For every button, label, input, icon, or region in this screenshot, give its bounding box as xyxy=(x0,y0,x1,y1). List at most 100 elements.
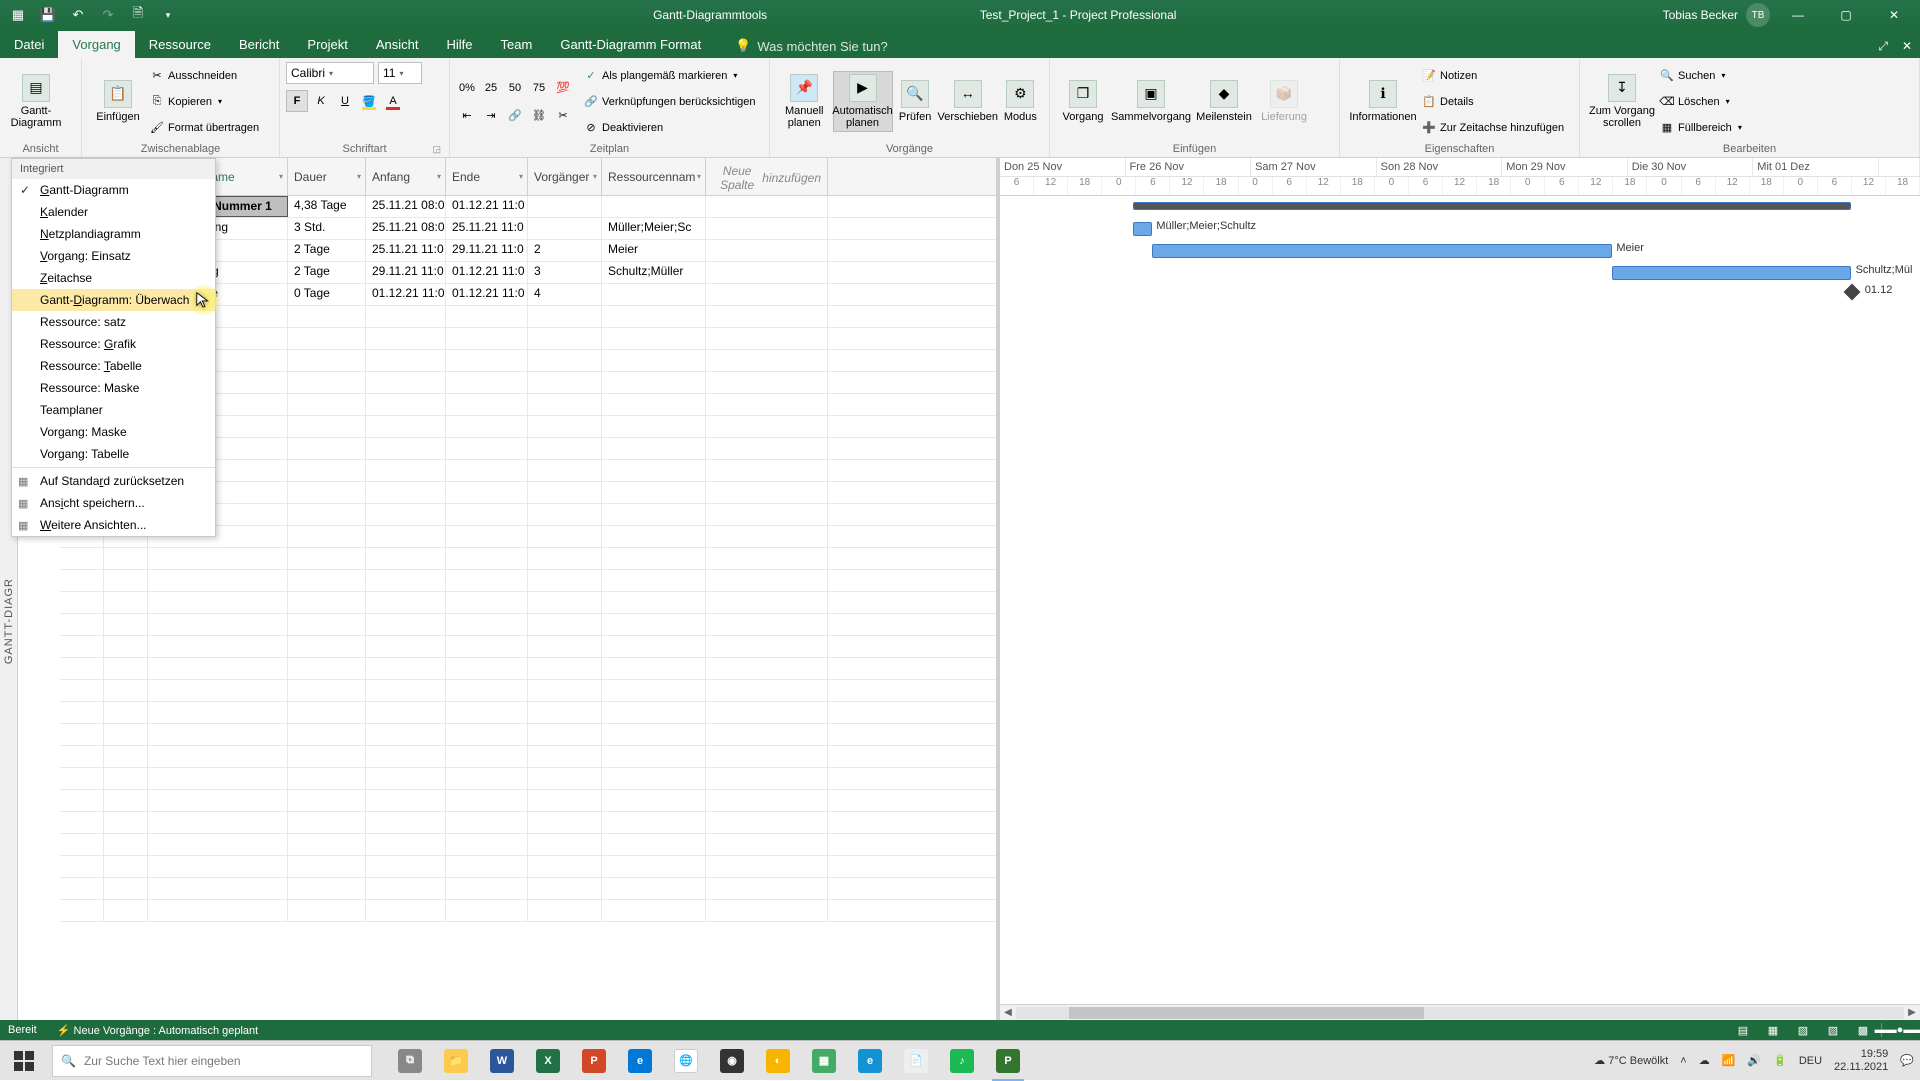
excel-icon[interactable]: X xyxy=(526,1041,570,1081)
table-row[interactable] xyxy=(60,856,996,878)
view-vorgang-einsatz[interactable]: Vorgang: Einsatz xyxy=(12,245,215,267)
outdent-button[interactable]: ⇤ xyxy=(456,105,478,127)
col-duration[interactable]: Dauer▾ xyxy=(288,158,366,195)
table-row[interactable] xyxy=(60,834,996,856)
close-pane-icon[interactable]: ✕ xyxy=(1902,39,1912,54)
font-name-combo[interactable]: Calibri▾ xyxy=(286,62,374,84)
minimize-button[interactable]: — xyxy=(1778,0,1818,30)
taskbar-search[interactable]: 🔍Zur Suche Text hier eingeben xyxy=(52,1045,372,1077)
view-vorgang-tabelle[interactable]: Vorgang: Tabelle xyxy=(12,443,215,465)
table-row[interactable] xyxy=(60,592,996,614)
tab-bericht[interactable]: Bericht xyxy=(225,31,293,58)
taskview-icon[interactable]: ⧉ xyxy=(388,1041,432,1081)
pct25-button[interactable]: 25 xyxy=(480,77,502,99)
copy-button[interactable]: ⎘Kopieren▾ xyxy=(148,94,261,110)
italic-button[interactable]: K xyxy=(310,90,332,112)
collapse-ribbon-icon[interactable]: ⤢ xyxy=(1878,39,1888,54)
add-timeline-button[interactable]: ➕Zur Zeitachse hinzufügen xyxy=(1420,120,1566,136)
tell-me-search[interactable]: 💡Was möchten Sie tun? xyxy=(735,38,888,58)
fill-button[interactable]: ▦Füllbereich▾ xyxy=(1658,120,1744,136)
gantt-summary-bar[interactable] xyxy=(1133,202,1851,210)
manual-schedule-button[interactable]: 📌Manuell planen xyxy=(776,72,833,131)
table-row[interactable] xyxy=(60,812,996,834)
explorer-icon[interactable]: 📁 xyxy=(434,1041,478,1081)
mark-ontrack-button[interactable]: ✓Als plangemäß markieren▾ xyxy=(582,68,758,84)
app-launcher-icon[interactable]: ▦ xyxy=(8,5,28,25)
table-row[interactable] xyxy=(60,658,996,680)
table-row[interactable] xyxy=(60,680,996,702)
pct0-button[interactable]: 0% xyxy=(456,77,478,99)
auto-schedule-button[interactable]: ▶Automatisch planen xyxy=(833,71,893,132)
unlink-button[interactable]: ⛓ xyxy=(528,105,550,127)
mode-button[interactable]: ⚙Modus xyxy=(998,78,1043,125)
weather-widget[interactable]: ☁ 7°C Bewölkt xyxy=(1594,1054,1668,1067)
table-row[interactable] xyxy=(60,548,996,570)
font-color-button[interactable]: A xyxy=(382,90,404,112)
word-icon[interactable]: W xyxy=(480,1041,524,1081)
font-launcher-icon[interactable]: ◲ xyxy=(432,144,441,155)
split-button[interactable]: ✂ xyxy=(552,105,574,127)
redo-icon[interactable]: ↷ xyxy=(98,5,118,25)
clear-button[interactable]: ⌫Löschen▾ xyxy=(1658,94,1744,110)
font-size-combo[interactable]: 11▾ xyxy=(378,62,422,84)
col-pred[interactable]: Vorgänger▾ xyxy=(528,158,602,195)
volume-icon[interactable]: 🔊 xyxy=(1747,1054,1761,1067)
pct50-button[interactable]: 50 xyxy=(504,77,526,99)
scroll-right-icon[interactable]: ▶ xyxy=(1904,1007,1920,1018)
view-reset[interactable]: Auf Standard zurücksetzen xyxy=(12,470,215,492)
view-usage-icon[interactable]: ▦ xyxy=(1761,1022,1785,1038)
pct100-button[interactable]: 💯 xyxy=(552,77,574,99)
status-mode[interactable]: ⚡ Neue Vorgänge : Automatisch geplant xyxy=(57,1024,258,1037)
table-row[interactable] xyxy=(60,878,996,900)
milestone-button[interactable]: ◆Meilenstein xyxy=(1192,78,1256,125)
tab-ressource[interactable]: Ressource xyxy=(135,31,225,58)
tab-ansicht[interactable]: Ansicht xyxy=(362,31,433,58)
gantt-bar-analyse[interactable] xyxy=(1152,244,1612,258)
scroll-thumb[interactable] xyxy=(1069,1007,1424,1019)
edge2-icon[interactable]: e xyxy=(848,1041,892,1081)
scroll-to-task-button[interactable]: ↧Zum Vorgang scrollen xyxy=(1586,72,1658,131)
indent-button[interactable]: ⇥ xyxy=(480,105,502,127)
col-res[interactable]: Ressourcennam▾ xyxy=(602,158,706,195)
tab-hilfe[interactable]: Hilfe xyxy=(433,31,487,58)
spotify-icon[interactable]: ♪ xyxy=(940,1041,984,1081)
tab-datei[interactable]: Datei xyxy=(0,31,58,58)
notepad-icon[interactable]: 📄 xyxy=(894,1041,938,1081)
gantt-milestone[interactable] xyxy=(1844,284,1861,301)
respect-links-button[interactable]: 🔗Verknüpfungen berücksichtigen xyxy=(582,94,758,110)
view-res-grafik[interactable]: Ressource: Grafik xyxy=(12,333,215,355)
view-kalender[interactable]: Kalender xyxy=(12,201,215,223)
battery-icon[interactable]: 🔋 xyxy=(1773,1054,1787,1067)
col-end[interactable]: Ende▾ xyxy=(446,158,528,195)
tab-vorgang[interactable]: Vorgang xyxy=(58,31,134,58)
view-gantt-icon[interactable]: ▤ xyxy=(1731,1022,1755,1038)
view-res-maske[interactable]: Ressource: Maske xyxy=(12,377,215,399)
edge-icon[interactable]: e xyxy=(618,1041,662,1081)
view-teamplaner[interactable]: Teamplaner xyxy=(12,399,215,421)
chrome-icon[interactable]: 🌐 xyxy=(664,1041,708,1081)
start-button[interactable] xyxy=(0,1041,48,1081)
view-zeitachse[interactable]: Zeitachse xyxy=(12,267,215,289)
wifi-icon[interactable]: 📶 xyxy=(1722,1054,1736,1067)
view-vorgang-maske[interactable]: Vorgang: Maske xyxy=(12,421,215,443)
user-avatar[interactable]: TB xyxy=(1746,3,1770,27)
gantt-bar-bearbeitung[interactable] xyxy=(1612,266,1851,280)
info-button[interactable]: ℹInformationen xyxy=(1346,78,1420,125)
view-network-icon[interactable]: ▧ xyxy=(1791,1022,1815,1038)
link-button[interactable]: 🔗 xyxy=(504,105,526,127)
format-painter-button[interactable]: 🖌Format übertragen xyxy=(148,120,261,136)
gantt-hscroll[interactable]: ◀ ▶ xyxy=(1000,1004,1920,1020)
save-icon[interactable]: 💾 xyxy=(38,5,58,25)
summary-button[interactable]: ▣Sammelvorgang xyxy=(1110,78,1192,125)
table-row[interactable] xyxy=(60,746,996,768)
lang-indicator[interactable]: DEU xyxy=(1799,1055,1822,1067)
tab-team[interactable]: Team xyxy=(487,31,547,58)
view-save[interactable]: Ansicht speichern... xyxy=(12,492,215,514)
obs-icon[interactable]: ◉ xyxy=(710,1041,754,1081)
view-res-einsatz[interactable]: Ressource: satz xyxy=(12,311,215,333)
view-calendar-icon[interactable]: ▨ xyxy=(1821,1022,1845,1038)
onedrive-icon[interactable]: ☁ xyxy=(1699,1054,1710,1067)
powerpoint-icon[interactable]: P xyxy=(572,1041,616,1081)
view-more[interactable]: Weitere Ansichten... xyxy=(12,514,215,536)
view-gantt[interactable]: Gantt-Diagramm xyxy=(12,179,215,201)
